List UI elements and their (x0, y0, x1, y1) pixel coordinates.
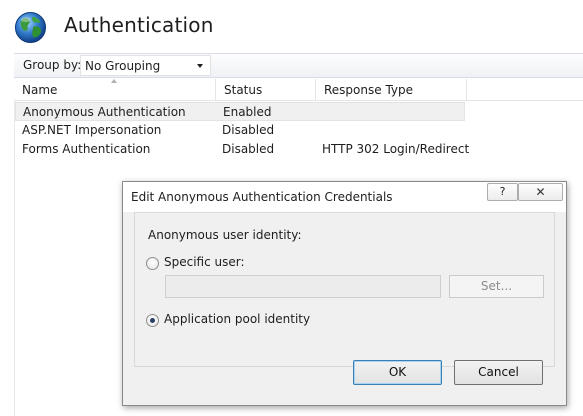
table-header: Name Status Response Type (14, 79, 583, 101)
column-header-response-type[interactable]: Response Type (316, 79, 467, 101)
specific-user-radio[interactable] (146, 257, 159, 270)
cancel-button[interactable]: Cancel (454, 360, 543, 385)
dialog-title: Edit Anonymous Authentication Credential… (131, 190, 393, 204)
page-header: Authentication (0, 0, 583, 52)
close-button[interactable]: ✕ (518, 183, 563, 201)
group-by-value: No Grouping (85, 59, 161, 73)
row-name: Forms Authentication (22, 142, 151, 156)
identity-section-label: Anonymous user identity: (148, 228, 302, 242)
iis-manager-window: Authentication Group by: No Grouping Nam… (0, 0, 583, 416)
specific-user-input[interactable] (165, 275, 441, 298)
row-name: ASP.NET Impersonation (22, 123, 162, 137)
column-header-empty (467, 79, 583, 101)
set-button[interactable]: Set... (449, 275, 544, 298)
app-pool-identity-label: Application pool identity (164, 312, 311, 326)
page-title: Authentication (64, 13, 214, 37)
ok-button[interactable]: OK (353, 360, 442, 385)
column-header-label: Response Type (324, 83, 414, 97)
dialog-content-frame: Anonymous user identity: Specific user: … (134, 212, 555, 367)
group-by-select[interactable]: No Grouping (80, 55, 211, 76)
dialog-titlebar[interactable]: Edit Anonymous Authentication Credential… (123, 182, 566, 212)
column-header-label: Status (224, 83, 263, 97)
column-header-label: Name (22, 83, 58, 97)
sort-ascending-icon (111, 79, 117, 83)
row-response-type: HTTP 302 Login/Redirect (322, 142, 470, 156)
specific-user-label: Specific user: (164, 255, 245, 269)
table-row[interactable]: ASP.NET Impersonation Disabled (15, 121, 465, 140)
group-by-bar: Group by: No Grouping (14, 53, 583, 78)
edit-credentials-dialog: Edit Anonymous Authentication Credential… (122, 181, 567, 406)
row-status: Disabled (222, 123, 275, 137)
group-by-label: Group by: (23, 58, 82, 72)
table-row[interactable]: Anonymous Authentication Enabled (15, 102, 465, 121)
column-header-status[interactable]: Status (216, 79, 316, 101)
row-status: Disabled (222, 142, 275, 156)
help-button[interactable]: ? (487, 183, 518, 201)
table-row[interactable]: Forms Authentication Disabled HTTP 302 L… (15, 140, 469, 159)
help-icon: ? (499, 185, 506, 198)
globe-icon (14, 11, 47, 44)
column-header-name[interactable]: Name (14, 79, 216, 101)
app-pool-identity-radio[interactable] (146, 314, 159, 327)
close-icon: ✕ (535, 185, 546, 199)
chevron-down-icon (197, 64, 203, 68)
row-name: Anonymous Authentication (23, 105, 186, 119)
row-status: Enabled (223, 105, 272, 119)
